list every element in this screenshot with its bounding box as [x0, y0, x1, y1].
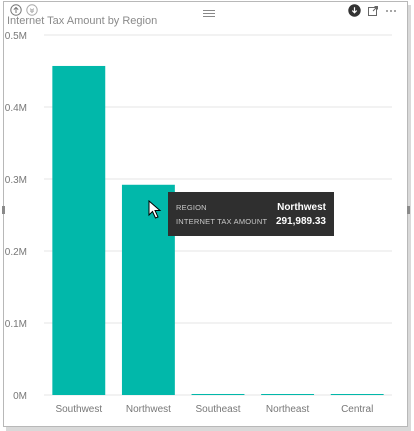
x-tick-label: Central [341, 404, 373, 415]
x-tick-label: Northwest [126, 404, 171, 415]
y-tick-label: 0.3M [5, 175, 27, 186]
bar-southeast[interactable] [191, 393, 245, 395]
y-tick-label: 0M [13, 391, 27, 402]
resize-handle-right[interactable] [407, 206, 410, 214]
x-axis-ticks: Southwest Northwest Southeast Northeast Cent… [55, 404, 373, 415]
mouse-cursor-icon [148, 200, 162, 219]
bar-northeast[interactable] [261, 394, 315, 395]
y-tick-label: 0.2M [5, 247, 27, 258]
tooltip-amount-value: 291,989.33 [275, 216, 326, 227]
tooltip-amount-row: INTERNET TAX AMOUNT 291,989.33 [176, 216, 326, 227]
x-tick-label: Southeast [195, 404, 240, 415]
bar-central[interactable] [330, 394, 384, 395]
x-tick-label: Northeast [266, 404, 310, 415]
tooltip-region-row: REGION Northwest [176, 202, 326, 213]
y-tick-label: 0.1M [5, 319, 27, 330]
bar-southwest[interactable] [52, 65, 106, 396]
y-tick-label: 0.5M [5, 31, 27, 42]
tooltip-amount-label: INTERNET TAX AMOUNT [176, 217, 268, 226]
tooltip: REGION Northwest INTERNET TAX AMOUNT 291… [168, 192, 334, 236]
y-axis-ticks: 0M 0.1M 0.2M 0.3M 0.4M 0.5M [5, 31, 27, 402]
x-tick-label: Southwest [55, 404, 102, 415]
tooltip-region-value: Northwest [277, 202, 326, 213]
resize-handle-left[interactable] [2, 206, 5, 214]
tooltip-region-label: REGION [176, 203, 207, 212]
y-tick-label: 0.4M [5, 103, 27, 114]
